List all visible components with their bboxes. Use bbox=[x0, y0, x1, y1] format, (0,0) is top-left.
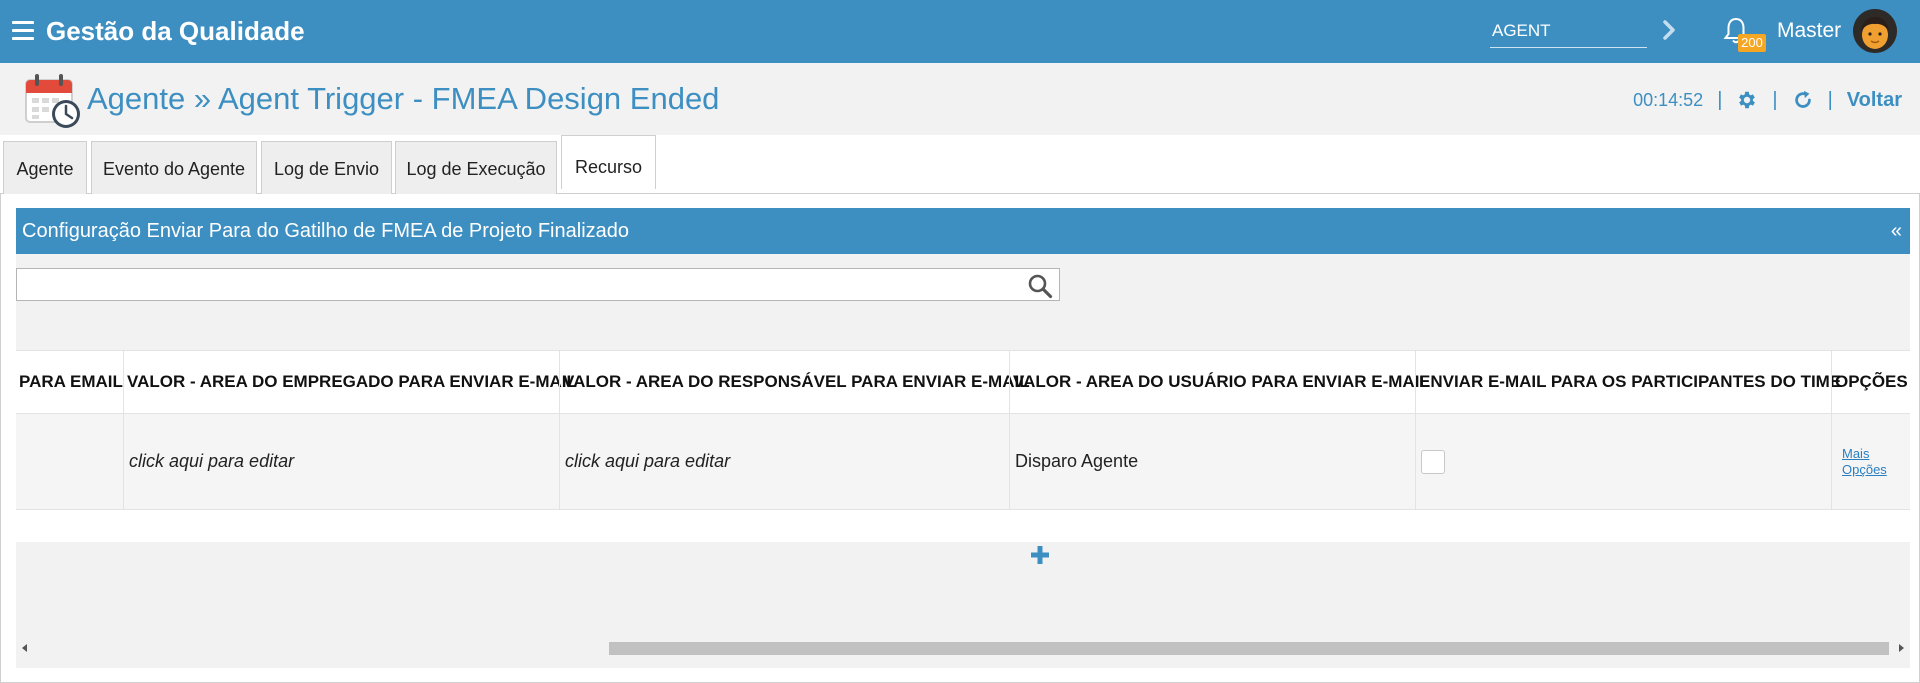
top-bar: Gestão da Qualidade AGENT 200 Master bbox=[0, 0, 1920, 63]
cell-area-empregado[interactable]: click aqui para editar bbox=[123, 414, 559, 509]
menu-icon[interactable] bbox=[12, 21, 34, 41]
tab-agente[interactable]: Agente bbox=[3, 141, 87, 194]
notification-badge: 200 bbox=[1738, 34, 1766, 52]
cell-area-usuario[interactable]: Disparo Agente bbox=[1009, 414, 1415, 509]
app-title: Gestão da Qualidade bbox=[46, 16, 305, 46]
column-header[interactable]: VALOR - AREA DO EMPREGADO PARA ENVIAR E-… bbox=[123, 351, 577, 413]
tab-log-de-envio[interactable]: Log de Envio bbox=[261, 141, 392, 194]
gear-icon[interactable] bbox=[1736, 89, 1758, 111]
scrollbar-thumb[interactable] bbox=[609, 642, 1889, 655]
search-input[interactable] bbox=[17, 269, 1007, 300]
agent-select[interactable]: AGENT bbox=[1490, 16, 1647, 48]
scroll-right-icon[interactable] bbox=[1899, 644, 1904, 652]
column-header[interactable]: VALOR - AREA DO RESPONSÁVEL PARA ENVIAR … bbox=[559, 351, 1030, 413]
search-icon[interactable] bbox=[1027, 273, 1053, 299]
collapse-button[interactable]: « bbox=[1891, 219, 1902, 243]
back-button[interactable]: Voltar bbox=[1847, 89, 1902, 112]
tab-recurso[interactable]: Recurso bbox=[561, 135, 656, 189]
tab-bar: Agente Evento do Agente Log de Envio Log… bbox=[0, 135, 1920, 194]
avatar-face-icon bbox=[1853, 9, 1897, 53]
cell-para-email[interactable] bbox=[16, 414, 123, 509]
separator: | bbox=[1827, 88, 1833, 111]
content-area: Configuração Enviar Para do Gatilho de F… bbox=[0, 194, 1920, 683]
grid-area: PARA EMAIL VALOR - AREA DO EMPREGADO PAR… bbox=[16, 254, 1910, 668]
panel-title: Configuração Enviar Para do Gatilho de F… bbox=[22, 220, 630, 242]
plus-icon[interactable] bbox=[1029, 544, 1051, 566]
table-header: PARA EMAIL VALOR - AREA DO EMPREGADO PAR… bbox=[16, 350, 1910, 414]
tab-evento-do-agente[interactable]: Evento do Agente bbox=[91, 141, 257, 194]
refresh-icon[interactable] bbox=[1792, 89, 1814, 111]
column-header[interactable]: OPÇÕES bbox=[1831, 351, 1910, 413]
column-header[interactable]: ENVIAR E-MAIL PARA OS PARTICIPANTES DO T… bbox=[1415, 351, 1841, 413]
cell-area-responsavel[interactable]: click aqui para editar bbox=[559, 414, 1009, 509]
page-header: Agente » Agent Trigger - FMEA Design End… bbox=[0, 63, 1920, 135]
scroll-left-icon[interactable] bbox=[22, 644, 27, 652]
column-header[interactable]: PARA EMAIL bbox=[16, 351, 123, 413]
panel-header: Configuração Enviar Para do Gatilho de F… bbox=[16, 208, 1910, 254]
session-timer: 00:14:52 bbox=[1633, 89, 1704, 110]
search-box bbox=[16, 268, 1060, 301]
cell-opcoes: Mais Opções bbox=[1831, 414, 1910, 509]
column-header[interactable]: VALOR - AREA DO USUÁRIO PARA ENVIAR E-MA… bbox=[1009, 351, 1430, 413]
chevron-right-icon[interactable] bbox=[1658, 17, 1680, 43]
header-tools: 00:14:52 | | | Voltar bbox=[1633, 85, 1902, 115]
separator: | bbox=[1772, 88, 1778, 111]
tab-log-de-execucao[interactable]: Log de Execução bbox=[395, 141, 557, 194]
user-name[interactable]: Master bbox=[1777, 18, 1841, 44]
empty-row bbox=[16, 510, 1910, 542]
table-row: click aqui para editar click aqui para e… bbox=[16, 414, 1910, 510]
cell-enviar-participantes bbox=[1415, 414, 1831, 509]
separator: | bbox=[1717, 88, 1723, 111]
avatar[interactable] bbox=[1853, 9, 1897, 53]
horizontal-scrollbar[interactable] bbox=[16, 638, 1910, 658]
more-options-link[interactable]: Mais Opções bbox=[1842, 446, 1900, 478]
page-title: Agente » Agent Trigger - FMEA Design End… bbox=[87, 81, 720, 116]
participants-checkbox[interactable] bbox=[1421, 450, 1445, 474]
calendar-clock-icon bbox=[25, 74, 80, 128]
